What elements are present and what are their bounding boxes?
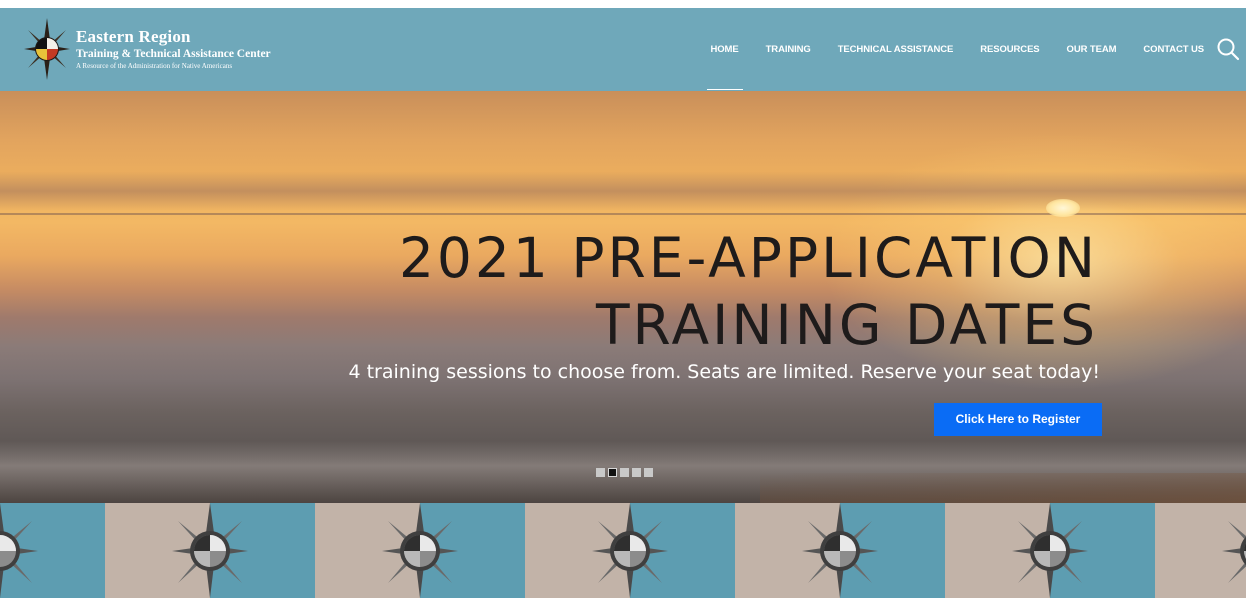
slider-dot-2[interactable] bbox=[608, 468, 617, 477]
slider-dot-5[interactable] bbox=[644, 468, 653, 477]
slider-dots bbox=[596, 468, 656, 477]
band-tile bbox=[945, 503, 1155, 598]
band-tile bbox=[315, 503, 525, 598]
medicine-wheel-icon bbox=[1222, 521, 1246, 583]
nav-home[interactable]: HOME bbox=[706, 8, 743, 91]
band-tile bbox=[105, 503, 315, 598]
hero-title: 2021 PRE-APPLICATION TRAINING DATES bbox=[198, 225, 1098, 359]
logo-subtitle: Training & Technical Assistance Center bbox=[76, 47, 271, 60]
register-button[interactable]: Click Here to Register bbox=[934, 403, 1102, 436]
logo-title: Eastern Region bbox=[76, 26, 191, 46]
slider-dot-1[interactable] bbox=[596, 468, 605, 477]
top-strip bbox=[0, 0, 1246, 8]
logo-text: Eastern Region Training & Technical Assi… bbox=[76, 28, 271, 71]
band-tile bbox=[735, 503, 945, 598]
nav-our-team[interactable]: OUR TEAM bbox=[1067, 8, 1117, 91]
main-nav: HOME TRAINING TECHNICAL ASSISTANCE RESOU… bbox=[684, 8, 1204, 91]
medicine-wheel-icon bbox=[802, 503, 878, 598]
nav-technical-assistance[interactable]: TECHNICAL ASSISTANCE bbox=[838, 8, 954, 91]
band-tile bbox=[0, 503, 105, 598]
hero-sun bbox=[1046, 199, 1080, 217]
hero-slider: 2021 PRE-APPLICATION TRAINING DATES 4 tr… bbox=[0, 91, 1246, 503]
medicine-wheel-icon bbox=[382, 503, 458, 598]
medicine-wheel-icon bbox=[172, 503, 248, 598]
nav-contact-us[interactable]: CONTACT US bbox=[1143, 8, 1204, 91]
hero-title-line-2: TRAINING DATES bbox=[595, 293, 1098, 358]
band-tile bbox=[525, 503, 735, 598]
site-header: Eastern Region Training & Technical Assi… bbox=[0, 8, 1246, 91]
slider-dot-3[interactable] bbox=[620, 468, 629, 477]
decorative-band bbox=[0, 503, 1246, 598]
medicine-wheel-icon bbox=[24, 18, 70, 80]
hero-title-line-1: 2021 PRE-APPLICATION bbox=[398, 226, 1098, 290]
medicine-wheel-icon bbox=[592, 503, 668, 598]
medicine-wheel-icon bbox=[1012, 503, 1088, 598]
hero-subtitle: 4 training sessions to choose from. Seat… bbox=[348, 361, 1100, 383]
medicine-wheel-icon bbox=[0, 503, 38, 598]
slider-dot-4[interactable] bbox=[632, 468, 641, 477]
search-icon[interactable] bbox=[1216, 37, 1240, 61]
nav-training[interactable]: TRAINING bbox=[766, 8, 811, 91]
hero-sand bbox=[760, 473, 1246, 503]
nav-resources[interactable]: RESOURCES bbox=[980, 8, 1039, 91]
logo-tagline: A Resource of the Administration for Nat… bbox=[76, 62, 233, 71]
site-logo[interactable]: Eastern Region Training & Technical Assi… bbox=[24, 18, 274, 80]
band-tile bbox=[1155, 503, 1246, 598]
